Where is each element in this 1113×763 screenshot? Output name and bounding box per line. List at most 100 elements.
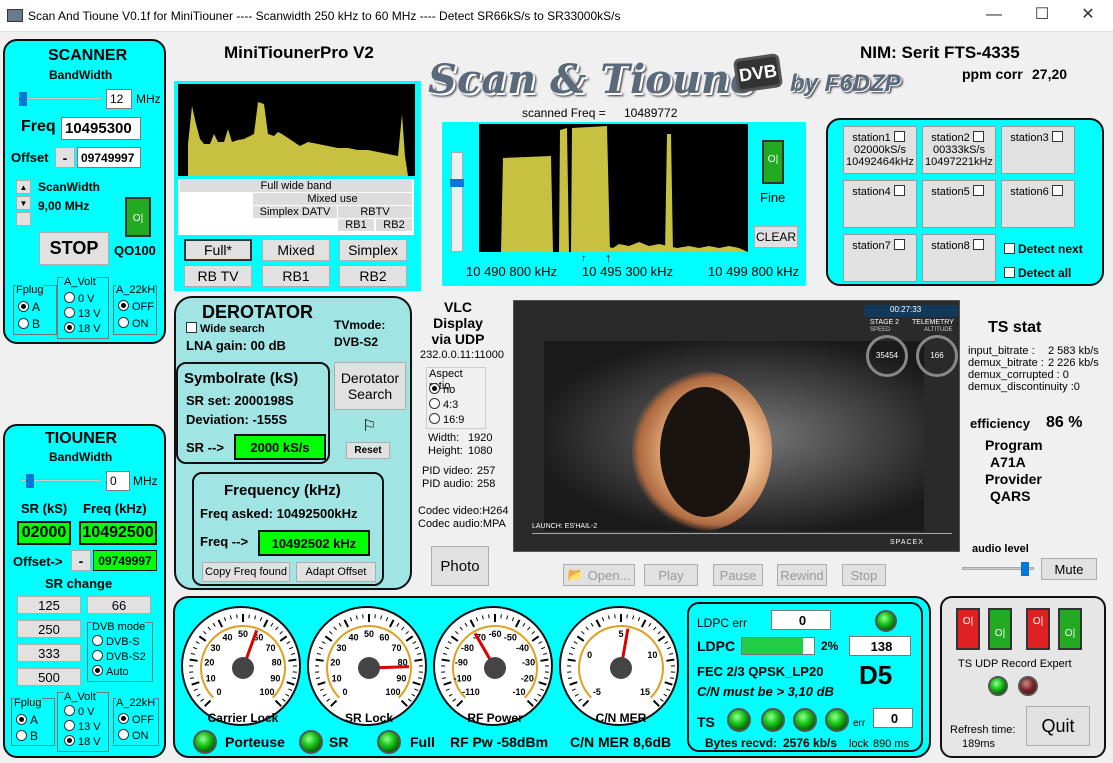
avolt-0v-radio-2[interactable]: 0 V [64,705,95,718]
aspect-43-radio[interactable]: 4:3 [429,398,458,411]
scanwidth-down-button[interactable]: ▼ [16,196,31,210]
a22k-on-radio-1[interactable]: ON [118,317,149,330]
detect-next-checkbox[interactable]: Detect next [1004,242,1083,256]
station2-button[interactable]: station2 00333kS/s 10497221kHz [922,126,996,174]
simplex-band-button[interactable]: Simplex [339,239,407,261]
gauge-tick-label: 10 [206,674,216,684]
fine-switch[interactable]: O| [762,140,784,184]
rewind-button[interactable]: Rewind [777,564,827,586]
udp-toggle-switch[interactable]: O| [988,608,1012,650]
dvbs2-radio[interactable]: DVB-S2 [92,650,146,663]
ts-toggle-switch[interactable]: O| [956,608,980,650]
avolt-0v-radio-1[interactable]: 0 V [64,292,95,305]
copy-freq-button[interactable]: Copy Freq found [202,562,290,582]
photo-button[interactable]: Photo [431,546,489,586]
close-button[interactable]: ✕ [1068,4,1108,26]
gauge-tick [590,622,594,627]
a22k-on-radio-2[interactable]: ON [118,729,149,742]
fplug-a-radio-2[interactable]: A [16,713,38,727]
sr-66-button[interactable]: 66 [87,596,151,614]
station6-button[interactable]: station6 [1001,180,1075,228]
play-button[interactable]: Play [644,564,698,586]
gauge-tick [475,617,479,622]
rbtv-band-button[interactable]: RB TV [184,265,252,287]
ts-led-1 [727,708,751,732]
station5-button[interactable]: station5 [922,180,996,228]
sr-change-label: SR change [45,576,113,591]
minimize-button[interactable]: — [974,4,1014,26]
pause-button[interactable]: Pause [713,564,763,586]
ldpc-percent: 2% [821,639,839,653]
gauge-tick-label: 50 [238,629,248,639]
record-toggle-switch[interactable]: O| [1026,608,1050,650]
tiouner-bandwidth-slider[interactable] [21,474,101,488]
tiouner-offset-sign-button[interactable]: - [71,550,91,571]
adapt-offset-button[interactable]: Adapt Offset [296,562,376,582]
station3-button[interactable]: station3 [1001,126,1075,174]
avolt-13v-radio-2[interactable]: 13 V [64,720,101,733]
station8-button[interactable]: station8 [922,234,996,282]
stop-button[interactable]: STOP [39,232,109,265]
audio-level-slider[interactable] [962,562,1034,576]
scanwidth-up-button[interactable]: ▲ [16,180,31,194]
avolt-18v-radio-2[interactable]: 18 V [64,735,101,748]
gauge-tick [286,681,295,686]
sr-250-button[interactable]: 250 [17,620,81,638]
gauge-tick [648,622,652,627]
dvb-auto-radio[interactable]: Auto [92,665,129,678]
codec-video: Codec video:H264 [418,505,509,517]
gauge-label: C/N MER [596,711,647,725]
tiouner-bandwidth-label: BandWidth [49,450,113,464]
stop-video-button[interactable]: Stop [842,564,886,586]
station7-button[interactable]: station7 [843,234,917,282]
open-button[interactable]: 📂 Open... [563,564,635,586]
efficiency-value: 86 % [1046,414,1083,431]
reset-button[interactable]: Reset [346,442,390,459]
sr-500-button[interactable]: 500 [17,668,81,686]
aspect-no-radio[interactable]: no [429,383,455,396]
rb1-band-button[interactable]: RB1 [262,265,330,287]
detect-all-checkbox[interactable]: Detect all [1004,266,1071,280]
scanner-offset-input[interactable]: 09749997 [77,147,141,168]
fplug-label-2: Fplug [14,697,42,709]
meters-panel: 0 10 20 30 40 50 60 70 80 90 100 Carrier Lock 0 10 20 3… [173,596,931,758]
scanner-bandwidth-slider[interactable] [16,92,102,106]
rb2-band-button[interactable]: RB2 [339,265,407,287]
avolt-13v-radio-1[interactable]: 13 V [64,307,101,320]
avolt-18v-radio-1[interactable]: 18 V [64,322,101,335]
gauge-tick [573,641,578,645]
scanner-freq-input[interactable]: 10495300 [61,117,141,140]
mute-button[interactable]: Mute [1041,558,1097,580]
mixed-band-button[interactable]: Mixed [262,239,330,261]
fplug-a-radio-1[interactable]: A [18,300,40,314]
fplug-b-radio-1[interactable]: B [18,317,40,331]
wide-search-checkbox[interactable]: Wide search [186,322,265,335]
qo100-switch[interactable]: O| [125,197,151,237]
scanwidth-thumb[interactable] [16,212,31,226]
symbolrate-box: Symbolrate (kS) SR set: 2000198S Deviati… [176,362,330,464]
gauge-tick [326,698,331,702]
quit-button[interactable]: Quit [1026,706,1090,746]
station1-button[interactable]: station1 02000kS/s 10492464kHz [843,126,917,174]
gauge-tick [514,619,521,628]
gauge-label: SR Lock [345,711,393,725]
gauge-tick [330,699,338,707]
video-display[interactable]: 00:27:33 STAGE 2 TELEMETRY SPEED ALTITUD… [513,300,960,552]
scanner-bandwidth-input[interactable]: 12 [106,89,132,109]
sr-333-button[interactable]: 333 [17,644,81,662]
full-band-button[interactable]: Full* [184,239,252,261]
tiouner-bandwidth-input[interactable]: 0 [106,471,130,491]
scanner-offset-sign-button[interactable]: - [55,147,75,168]
sr-125-button[interactable]: 125 [17,596,81,614]
clear-button[interactable]: CLEAR [754,226,798,248]
expert-toggle-switch[interactable]: O| [1058,608,1082,650]
a22k-off-radio-2[interactable]: OFF [118,713,154,726]
maximize-button[interactable]: ☐ [1022,4,1062,26]
fplug-b-radio-2[interactable]: B [16,729,38,743]
dvbs-radio[interactable]: DVB-S [92,635,140,648]
a22k-off-radio-1[interactable]: OFF [118,300,154,313]
derotator-search-button[interactable]: Derotator Search [334,362,406,410]
station4-button[interactable]: station4 [843,180,917,228]
aspect-169-radio[interactable]: 16:9 [429,413,464,426]
spectrum-gain-slider[interactable] [450,152,464,252]
